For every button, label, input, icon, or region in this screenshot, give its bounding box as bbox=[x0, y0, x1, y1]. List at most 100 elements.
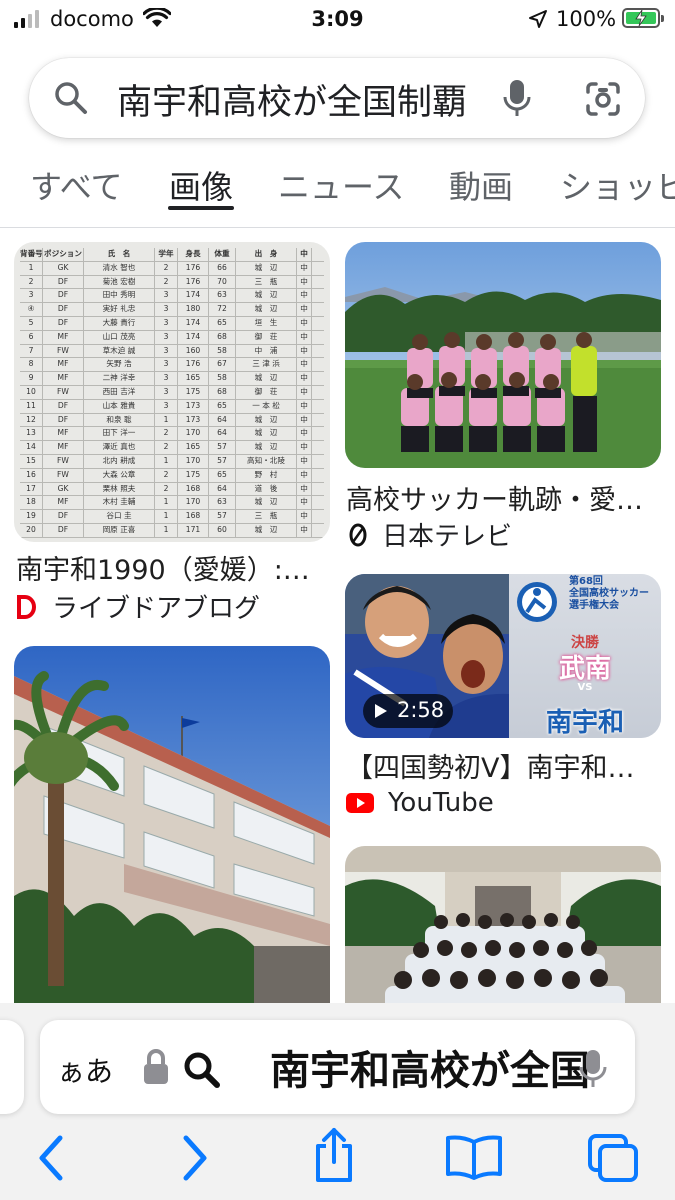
roster-cell: 城 辺 bbox=[236, 523, 297, 537]
roster-cell: 173 bbox=[178, 399, 209, 413]
roster-cell: 山本 雅貴 bbox=[84, 399, 155, 413]
lock-icon bbox=[144, 1049, 168, 1084]
roster-cell: MF bbox=[43, 496, 84, 510]
battery-percentage: 100% bbox=[556, 7, 617, 31]
active-tab-indicator bbox=[168, 206, 234, 210]
roster-cell: 2 bbox=[155, 468, 178, 482]
result-image-team-photo[interactable] bbox=[345, 242, 661, 468]
roster-row: 20 DF 岡原 正喜 1 171 60 城 辺中 bbox=[20, 523, 324, 538]
roster-cell: FW bbox=[43, 454, 84, 468]
roster-cell: 三 瓶 bbox=[236, 275, 297, 289]
roster-cell: 中 bbox=[297, 289, 312, 303]
result-source-1[interactable]: ライブドアブログ bbox=[16, 588, 260, 625]
play-icon bbox=[375, 704, 387, 718]
roster-cell: 和泉 聡 bbox=[84, 413, 155, 427]
status-bar: docomo 3:09 100% bbox=[0, 0, 675, 40]
roster-cell: GK bbox=[43, 482, 84, 496]
roster-row: 1 GK 清水 智也 2 176 66 城 辺中 bbox=[20, 261, 324, 276]
url-text[interactable]: 南宇和高校が全国制覇 bbox=[270, 1038, 592, 1096]
roster-cell: 170 bbox=[178, 496, 209, 510]
back-button[interactable] bbox=[36, 1134, 66, 1182]
roster-row: ④ DF 実好 礼忠 3 180 72 城 辺中 bbox=[20, 303, 324, 317]
roster-cell: FW bbox=[43, 468, 84, 482]
roster-cell: 木村 圭輔 bbox=[84, 496, 155, 510]
roster-row: 10 FW 西田 吉洋 3 175 68 御 荘中 bbox=[20, 385, 324, 400]
bookmarks-icon[interactable] bbox=[444, 1134, 504, 1180]
roster-row: 13 MF 田下 洋一 2 170 64 城 辺中 bbox=[20, 427, 324, 442]
roster-cell: 17 bbox=[20, 482, 43, 496]
search-box[interactable]: 南宇和高校が全国制覇 bbox=[29, 58, 645, 138]
result-source-2[interactable]: 日本テレビ bbox=[348, 516, 512, 553]
battery-icon bbox=[622, 8, 664, 28]
ntv-logo-icon bbox=[349, 523, 367, 546]
tab-videos[interactable]: 動画 bbox=[449, 162, 513, 208]
microphone-icon[interactable] bbox=[578, 1048, 608, 1090]
result-image-students[interactable] bbox=[345, 846, 661, 1026]
search-icon bbox=[184, 1052, 220, 1088]
result-title-2[interactable]: 高校サッカー軌跡・愛… bbox=[346, 478, 661, 517]
roster-cell: 2 bbox=[155, 275, 178, 289]
roster-cell: 3 bbox=[155, 372, 178, 385]
roster-cell: ポジション bbox=[43, 248, 84, 261]
result-image-school-building[interactable] bbox=[14, 646, 330, 1026]
tab-all[interactable]: すべて bbox=[30, 162, 122, 208]
tabs-icon[interactable] bbox=[586, 1132, 642, 1184]
roster-cell: 65 bbox=[209, 468, 236, 482]
roster-cell: 5 bbox=[20, 316, 43, 330]
search-tabs: すべて 画像 ニュース 動画 ショッピ bbox=[0, 152, 675, 228]
roster-cell: DF bbox=[43, 523, 84, 537]
roster-cell: 3 bbox=[155, 316, 178, 330]
roster-cell: 18 bbox=[20, 496, 43, 510]
result-source-3[interactable]: YouTube bbox=[346, 788, 494, 818]
roster-cell: 64 bbox=[209, 482, 236, 496]
video-duration-badge: 2:58 bbox=[363, 694, 453, 728]
result-title-3[interactable]: 【四国勢初V】南宇和… bbox=[346, 746, 661, 785]
page-settings-button[interactable]: ぁあ bbox=[57, 1050, 113, 1090]
roster-cell: 草木迫 誠 bbox=[84, 344, 155, 358]
roster-cell: 山口 茂亮 bbox=[84, 330, 155, 344]
tab-news[interactable]: ニュース bbox=[278, 162, 404, 208]
roster-cell: 63 bbox=[209, 496, 236, 510]
team-a-name: 武南 bbox=[558, 654, 611, 684]
result-title-1[interactable]: 南宇和1990（愛媛）:… bbox=[16, 548, 328, 587]
roster-cell: ④ bbox=[20, 303, 43, 316]
roster-cell: 中 bbox=[297, 344, 312, 358]
roster-cell: 西田 吉洋 bbox=[84, 385, 155, 399]
roster-cell: 御 荘 bbox=[236, 385, 297, 399]
tab-images[interactable]: 画像 bbox=[169, 162, 233, 208]
roster-cell: 9 bbox=[20, 372, 43, 385]
forward-button[interactable] bbox=[180, 1134, 210, 1182]
roster-cell: 中 bbox=[297, 441, 312, 454]
roster-cell: 2 bbox=[20, 275, 43, 289]
microphone-icon[interactable] bbox=[503, 78, 531, 120]
roster-cell: 菊池 宏樹 bbox=[84, 275, 155, 289]
result-image-roster[interactable]: 背番号 ポジション氏 名学年 身長 体重出 身中 1 GK 清水 智也 2 176 66 城 辺中2… bbox=[14, 242, 330, 542]
roster-cell: 3 bbox=[155, 385, 178, 399]
roster-cell: 学年 bbox=[155, 248, 178, 261]
search-icon[interactable] bbox=[53, 80, 89, 116]
roster-cell: 実好 礼忠 bbox=[84, 303, 155, 316]
address-bar[interactable]: ぁあ 南宇和高校が全国制覇 bbox=[40, 1020, 635, 1114]
roster-cell: 澤近 真也 bbox=[84, 441, 155, 454]
roster-cell: FW bbox=[43, 344, 84, 358]
result-source-name-3: YouTube bbox=[388, 788, 494, 818]
share-icon[interactable] bbox=[310, 1126, 358, 1184]
roster-cell: 高知・北陵 bbox=[236, 454, 297, 468]
roster-cell: 3 bbox=[155, 330, 178, 344]
roster-cell: 中 bbox=[297, 399, 312, 413]
previous-tab-card[interactable] bbox=[0, 1020, 24, 1114]
tab-shopping[interactable]: ショッピ bbox=[560, 162, 675, 208]
roster-cell: GK bbox=[43, 261, 84, 275]
roster-cell: 中 bbox=[297, 316, 312, 330]
roster-cell: 180 bbox=[178, 303, 209, 316]
camera-lens-icon[interactable] bbox=[584, 80, 622, 118]
result-video-thumbnail[interactable]: 第68回 全国高校サッカー 選手権大会 決勝 武南 VS 南宇和 2:58 bbox=[345, 574, 661, 738]
roster-cell: 174 bbox=[178, 289, 209, 303]
roster-cell: 170 bbox=[178, 427, 209, 441]
search-input[interactable]: 南宇和高校が全国制覇 bbox=[117, 74, 497, 125]
roster-cell: 65 bbox=[209, 316, 236, 330]
roster-cell: 66 bbox=[209, 261, 236, 275]
roster-cell: 岡原 正喜 bbox=[84, 523, 155, 537]
roster-cell: 中 bbox=[297, 454, 312, 468]
roster-row: 15 FW 北内 耕成 1 170 57 高知・北陵中 bbox=[20, 454, 324, 469]
